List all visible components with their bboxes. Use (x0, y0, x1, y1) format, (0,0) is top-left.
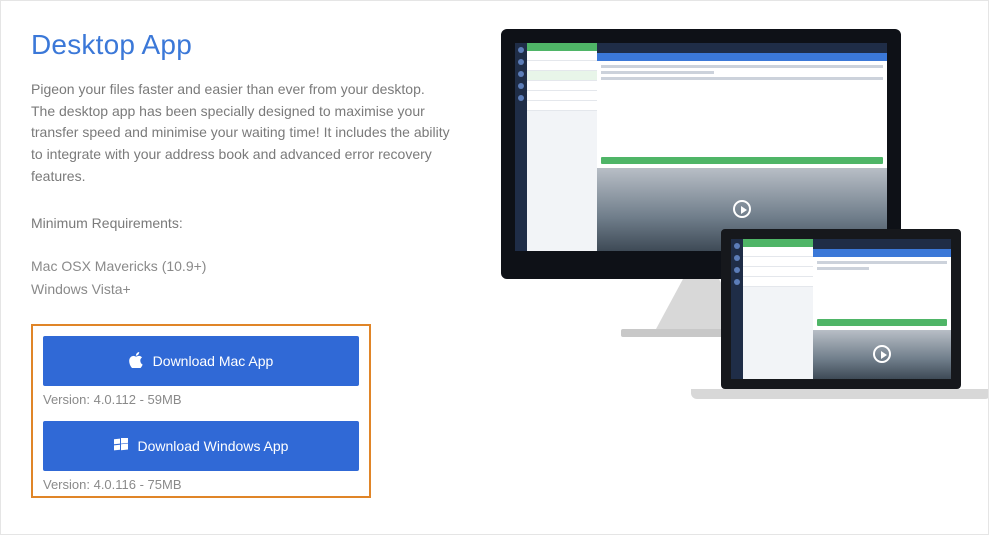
requirement-windows: Windows Vista+ (31, 278, 471, 300)
description-text: Pigeon your files faster and easier than… (31, 79, 451, 187)
page-title: Desktop App (31, 29, 471, 61)
download-windows-label: Download Windows App (138, 438, 289, 454)
product-image-area (501, 29, 961, 498)
laptop-mockup (711, 229, 971, 399)
play-icon (873, 345, 891, 363)
windows-version-text: Version: 4.0.116 - 75MB (43, 477, 359, 492)
download-section: Desktop App Pigeon your files faster and… (0, 0, 989, 535)
download-mac-button[interactable]: Download Mac App (43, 336, 359, 386)
download-block-highlighted: Download Mac App Version: 4.0.112 - 59MB… (31, 324, 371, 498)
requirement-mac: Mac OSX Mavericks (10.9+) (31, 255, 471, 277)
play-icon (733, 200, 751, 218)
requirements-list: Mac OSX Mavericks (10.9+) Windows Vista+ (31, 255, 471, 300)
download-windows-button[interactable]: Download Windows App (43, 421, 359, 471)
left-column: Desktop App Pigeon your files faster and… (31, 29, 471, 498)
download-mac-label: Download Mac App (153, 353, 274, 369)
mac-version-text: Version: 4.0.112 - 59MB (43, 392, 359, 407)
windows-icon (114, 438, 128, 455)
requirements-heading: Minimum Requirements: (31, 215, 471, 231)
apple-icon (129, 352, 143, 371)
devices-mockup (501, 29, 961, 429)
